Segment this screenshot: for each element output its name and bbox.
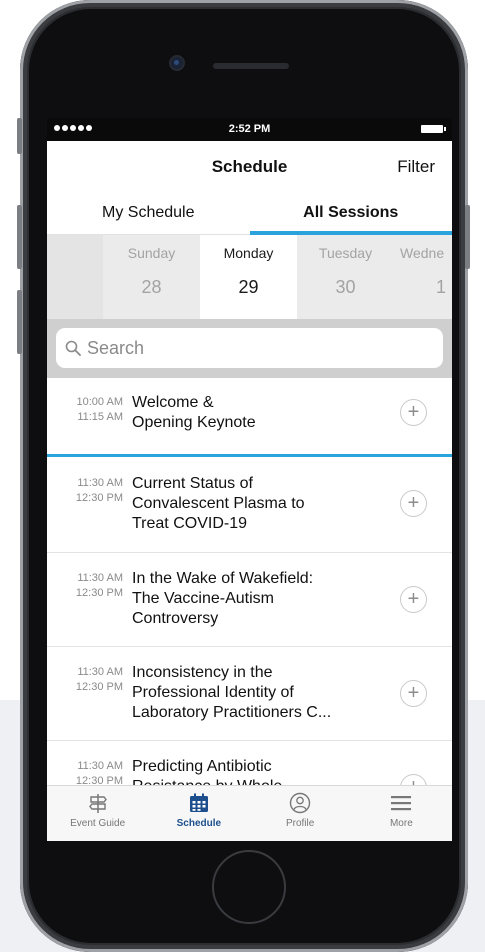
session-title: In the Wake of Wakefield: The Vaccine-Au… xyxy=(132,569,377,646)
session-list: 10:00 AM 11:15 AM Welcome & Opening Keyn… xyxy=(47,378,452,831)
signpost-icon xyxy=(88,794,107,813)
day-name: Wedne xyxy=(400,245,445,261)
add-session-button[interactable]: + xyxy=(400,680,427,707)
schedule-tabs: My Schedule All Sessions xyxy=(47,191,452,235)
search-bar: Search xyxy=(47,319,452,378)
session-row[interactable]: 11:30 AM 12:30 PM Current Status of Conv… xyxy=(47,457,452,553)
day-wednesday[interactable]: Wedne 1 xyxy=(394,235,452,319)
tabbar-label: More xyxy=(389,818,413,829)
session-times: 10:00 AM 11:15 AM xyxy=(47,393,132,454)
tabbar-event-guide[interactable]: Event Guide xyxy=(47,786,148,841)
tabbar-profile[interactable]: Profile xyxy=(250,786,351,841)
session-title-line: Laboratory Practitioners C... xyxy=(132,704,332,721)
navigation-bar: Schedule Filter xyxy=(47,141,452,191)
status-time: 2:52 PM xyxy=(228,123,271,135)
session-start-time: 11:30 AM xyxy=(77,760,123,772)
session-row[interactable]: 10:00 AM 11:15 AM Welcome & Opening Keyn… xyxy=(47,378,452,457)
tabbar-label: Schedule xyxy=(176,818,222,829)
day-number: 30 xyxy=(335,277,356,297)
battery-icon xyxy=(421,125,446,133)
session-row[interactable]: 11:30 AM 12:30 PM Inconsistency in the P… xyxy=(47,647,452,741)
session-title-line: Inconsistency in the xyxy=(132,664,273,681)
session-title: Inconsistency in the Professional Identi… xyxy=(132,663,377,740)
day-tuesday[interactable]: Tuesday 30 xyxy=(297,235,394,319)
app-screen: 2:52 PM Schedule Filter My Schedule All … xyxy=(47,118,452,841)
search-input[interactable]: Search xyxy=(56,328,443,368)
earpiece-speaker xyxy=(213,63,289,69)
day-number: 1 xyxy=(435,277,446,297)
day-sunday[interactable]: Sunday 28 xyxy=(103,235,200,319)
home-button[interactable] xyxy=(212,850,286,924)
tab-my-schedule[interactable]: My Schedule xyxy=(47,191,250,234)
session-title-line: Predicting Antibiotic xyxy=(132,758,272,775)
day-name: Monday xyxy=(223,245,274,261)
tabbar-more[interactable]: More xyxy=(351,786,452,841)
day-name: Sunday xyxy=(127,245,176,261)
day-number: 28 xyxy=(141,277,162,297)
tabbar-label: Event Guide xyxy=(70,818,126,829)
session-title-line: Welcome & xyxy=(132,394,214,411)
session-title-line: Treat COVID-19 xyxy=(132,515,247,532)
session-end-time: 12:30 PM xyxy=(75,681,123,693)
volume-up-button xyxy=(17,205,22,269)
add-session-button[interactable]: + xyxy=(400,586,427,613)
add-session-button[interactable]: + xyxy=(400,490,427,517)
session-title-line: Controversy xyxy=(132,610,219,627)
search-placeholder: Search xyxy=(87,337,145,358)
session-times: 11:30 AM 12:30 PM xyxy=(47,474,132,552)
filter-button[interactable]: Filter xyxy=(397,157,435,177)
session-times: 11:30 AM 12:30 PM xyxy=(47,663,132,740)
add-session-button[interactable]: + xyxy=(400,399,427,426)
session-title-line: Opening Keynote xyxy=(132,414,256,431)
session-times: 11:30 AM 12:30 PM xyxy=(47,569,132,646)
page-title: Schedule xyxy=(211,157,288,176)
profile-icon xyxy=(289,792,311,814)
day-name: Tuesday xyxy=(318,245,373,261)
session-start-time: 11:30 AM xyxy=(77,572,123,584)
power-button xyxy=(465,205,470,269)
session-end-time: 12:30 PM xyxy=(75,492,123,504)
session-title-line: In the Wake of Wakefield: xyxy=(132,570,314,587)
session-end-time: 11:15 AM xyxy=(77,411,123,423)
hamburger-icon xyxy=(391,796,412,811)
search-icon xyxy=(65,340,81,356)
calendar-icon xyxy=(189,793,208,812)
status-bar: 2:52 PM xyxy=(47,118,452,141)
session-title-line: Current Status of xyxy=(132,475,253,492)
day-monday[interactable]: Monday 29 xyxy=(200,235,297,319)
tabbar-label: Profile xyxy=(285,818,315,829)
bottom-tab-bar: Event Guide Schedule Profile More xyxy=(47,785,452,841)
session-title-line: Professional Identity of xyxy=(132,684,294,701)
tabbar-schedule[interactable]: Schedule xyxy=(148,786,249,841)
mute-switch xyxy=(17,118,22,154)
session-row[interactable]: 11:30 AM 12:30 PM In the Wake of Wakefie… xyxy=(47,553,452,647)
session-title: Current Status of Convalescent Plasma to… xyxy=(132,474,377,552)
tab-all-sessions[interactable]: All Sessions xyxy=(249,191,453,235)
session-end-time: 12:30 PM xyxy=(75,587,123,599)
session-title: Welcome & Opening Keynote xyxy=(132,393,377,454)
front-camera xyxy=(171,57,183,69)
day-number: 29 xyxy=(238,277,259,297)
session-title-line: The Vaccine-Autism xyxy=(132,590,274,607)
session-start-time: 11:30 AM xyxy=(77,477,123,489)
session-start-time: 10:00 AM xyxy=(76,396,123,408)
session-start-time: 11:30 AM xyxy=(77,666,123,678)
day-selector: Sunday 28 Monday 29 Tuesday 30 Wedne 1 xyxy=(47,235,452,319)
session-title-line: Convalescent Plasma to xyxy=(132,495,305,512)
day-cell-empty xyxy=(47,235,103,319)
volume-down-button xyxy=(17,290,22,354)
